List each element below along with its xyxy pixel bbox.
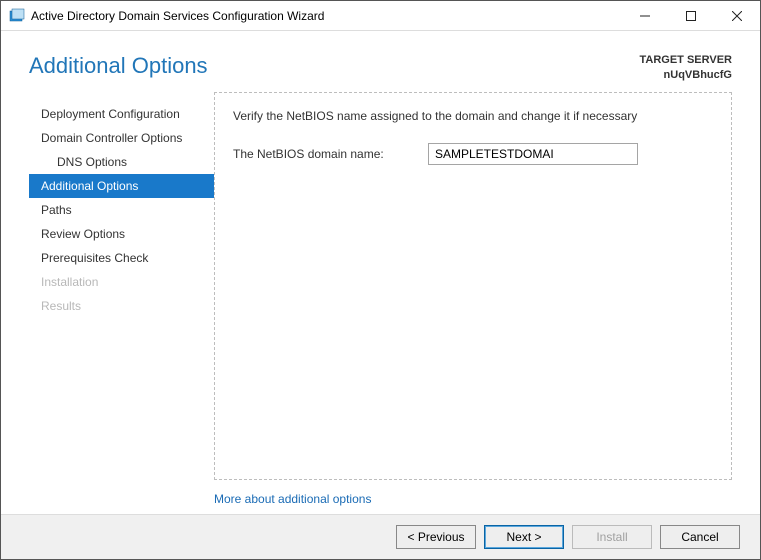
minimize-button[interactable]	[622, 1, 668, 30]
previous-button[interactable]: < Previous	[396, 525, 476, 549]
target-server-name: nUqVBhucfG	[640, 68, 733, 83]
wizard-footer: < Previous Next > Install Cancel	[1, 514, 760, 559]
nav-item-results: Results	[29, 294, 214, 318]
install-button[interactable]: Install	[572, 525, 652, 549]
nav-item-paths[interactable]: Paths	[29, 198, 214, 222]
nav-item-installation: Installation	[29, 270, 214, 294]
window-controls	[622, 1, 760, 30]
netbios-label: The NetBIOS domain name:	[233, 147, 428, 161]
window-title: Active Directory Domain Services Configu…	[31, 9, 622, 23]
nav-item-review-options[interactable]: Review Options	[29, 222, 214, 246]
wizard-nav: Deployment ConfigurationDomain Controlle…	[29, 92, 214, 514]
titlebar: Active Directory Domain Services Configu…	[1, 1, 760, 31]
nav-item-prerequisites-check[interactable]: Prerequisites Check	[29, 246, 214, 270]
close-button[interactable]	[714, 1, 760, 30]
target-server-block: TARGET SERVER nUqVBhucfG	[640, 53, 733, 84]
page-title: Additional Options	[29, 53, 208, 84]
netbios-input[interactable]	[428, 143, 638, 165]
more-link[interactable]: More about additional options	[214, 480, 732, 514]
nav-item-additional-options[interactable]: Additional Options	[29, 174, 214, 198]
cancel-button[interactable]: Cancel	[660, 525, 740, 549]
nav-item-domain-controller-options[interactable]: Domain Controller Options	[29, 126, 214, 150]
next-button[interactable]: Next >	[484, 525, 564, 549]
maximize-button[interactable]	[668, 1, 714, 30]
netbios-row: The NetBIOS domain name:	[233, 143, 713, 165]
nav-item-dns-options[interactable]: DNS Options	[29, 150, 214, 174]
nav-item-deployment-configuration[interactable]: Deployment Configuration	[29, 102, 214, 126]
content-panel: Verify the NetBIOS name assigned to the …	[214, 92, 732, 480]
target-server-label: TARGET SERVER	[640, 53, 733, 68]
app-icon	[9, 8, 25, 24]
page-header: Additional Options TARGET SERVER nUqVBhu…	[1, 31, 760, 92]
instruction-text: Verify the NetBIOS name assigned to the …	[233, 109, 713, 123]
